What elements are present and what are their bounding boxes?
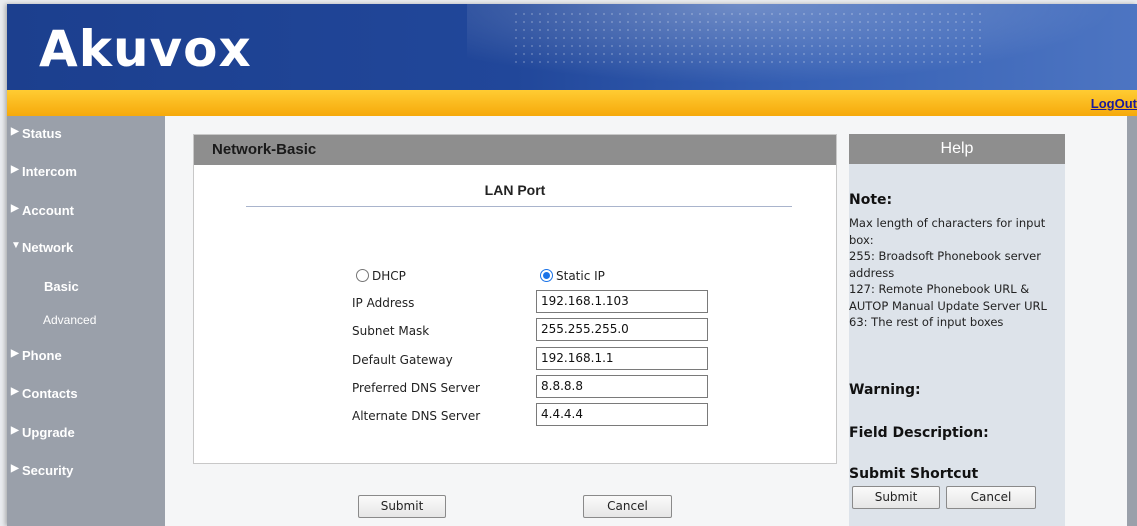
- sidebar-item-label: Security: [22, 463, 74, 478]
- header-dot-pattern: [512, 10, 982, 64]
- note-line: box:: [849, 232, 874, 247]
- expand-arrow-icon: ▶: [11, 463, 19, 474]
- sidebar-item-label: Upgrade: [22, 425, 75, 440]
- sidebar-item-network[interactable]: ▼ Network: [7, 240, 165, 268]
- sidebar-subitem-basic[interactable]: Basic: [7, 279, 165, 303]
- alternate-dns-label: Alternate DNS Server: [352, 409, 481, 423]
- browser-page: Akuvox ▶ Status ▶ Intercom ▶ Account ▼ N…: [7, 4, 1137, 526]
- dhcp-radio[interactable]: [356, 269, 369, 282]
- section-title: LAN Port: [484, 182, 546, 198]
- dhcp-radio-option[interactable]: DHCP: [356, 269, 406, 283]
- sidebar-item-label: Network: [22, 240, 74, 255]
- preferred-dns-label: Preferred DNS Server: [352, 381, 480, 395]
- default-gateway-input[interactable]: 192.168.1.1: [536, 347, 708, 370]
- sidebar: ▶ Status ▶ Intercom ▶ Account ▼ Network …: [7, 116, 165, 526]
- note-line: 255: Broadsoft Phonebook server: [849, 249, 1041, 263]
- shortcut-submit-button[interactable]: Submit: [852, 486, 940, 509]
- panel-title: Network-Basic: [194, 135, 836, 165]
- sidebar-subitem-advanced[interactable]: Advanced: [7, 313, 165, 337]
- radio-label: Static IP: [556, 269, 605, 283]
- warning-heading: Warning:: [849, 382, 921, 398]
- note-line: Max length of characters for input: [849, 216, 1046, 230]
- subnet-mask-label: Subnet Mask: [352, 324, 430, 338]
- sidebar-item-account[interactable]: ▶ Account: [7, 203, 165, 231]
- submit-button[interactable]: Submit: [358, 495, 446, 518]
- field-description-heading: Field Description:: [849, 425, 989, 441]
- shortcut-cancel-button[interactable]: Cancel: [946, 486, 1036, 509]
- help-title: Help: [849, 134, 1065, 164]
- sidebar-item-label: Phone: [22, 348, 62, 363]
- note-text: Max length of characters for input box: …: [849, 215, 1063, 331]
- logout-link[interactable]: LogOut: [1091, 96, 1137, 111]
- sidebar-item-upgrade[interactable]: ▶ Upgrade: [7, 425, 165, 453]
- sidebar-item-phone[interactable]: ▶ Phone: [7, 348, 165, 376]
- sidebar-item-label: Intercom: [22, 164, 77, 179]
- expand-arrow-icon: ▶: [11, 386, 19, 397]
- header-banner: Akuvox: [7, 4, 1137, 90]
- section-divider: [246, 206, 792, 207]
- static-ip-radio[interactable]: [540, 269, 553, 282]
- collapse-arrow-icon: ▼: [11, 240, 21, 251]
- note-line: address: [849, 265, 895, 280]
- expand-arrow-icon: ▶: [11, 126, 19, 137]
- sidebar-item-security[interactable]: ▶ Security: [7, 463, 165, 491]
- sidebar-item-status[interactable]: ▶ Status: [7, 126, 165, 154]
- note-line: AUTOP Manual Update Server URL: [849, 298, 1047, 313]
- note-line: 127: Remote Phonebook URL &: [849, 282, 1030, 296]
- subnet-mask-input[interactable]: 255.255.255.0: [536, 318, 708, 341]
- sidebar-item-label: Contacts: [22, 386, 78, 401]
- expand-arrow-icon: ▶: [11, 348, 19, 359]
- ip-address-label: IP Address: [352, 296, 415, 310]
- radio-label: DHCP: [372, 269, 406, 283]
- right-border: [1127, 116, 1137, 526]
- expand-arrow-icon: ▶: [11, 425, 19, 436]
- ip-address-input[interactable]: 192.168.1.103: [536, 290, 708, 313]
- default-gateway-label: Default Gateway: [352, 353, 453, 367]
- sidebar-item-contacts[interactable]: ▶ Contacts: [7, 386, 165, 414]
- network-basic-panel: Network-Basic LAN Port DHCP Static IP IP…: [193, 134, 837, 464]
- note-heading: Note:: [849, 192, 893, 208]
- sidebar-item-intercom[interactable]: ▶ Intercom: [7, 164, 165, 192]
- brand-logo: Akuvox: [39, 20, 252, 78]
- sidebar-item-label: Account: [22, 203, 74, 218]
- static-ip-radio-option[interactable]: Static IP: [540, 269, 605, 283]
- submit-shortcut-heading: Submit Shortcut: [849, 466, 979, 482]
- alternate-dns-input[interactable]: 4.4.4.4: [536, 403, 708, 426]
- expand-arrow-icon: ▶: [11, 164, 19, 175]
- note-line: 63: The rest of input boxes: [849, 315, 1004, 329]
- sidebar-item-label: Status: [22, 126, 62, 141]
- preferred-dns-input[interactable]: 8.8.8.8: [536, 375, 708, 398]
- cancel-button[interactable]: Cancel: [583, 495, 672, 518]
- expand-arrow-icon: ▶: [11, 203, 19, 214]
- orange-strip: [7, 90, 1137, 116]
- help-panel: Help Note: Max length of characters for …: [849, 134, 1065, 526]
